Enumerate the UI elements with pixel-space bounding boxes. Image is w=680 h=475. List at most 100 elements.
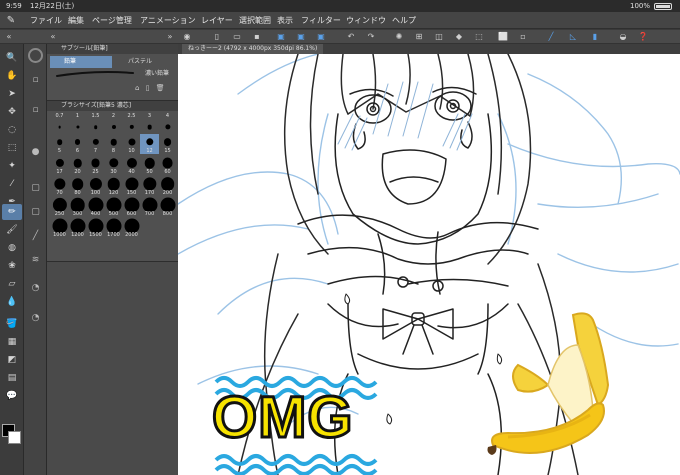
- brush-size-500[interactable]: 500: [104, 197, 123, 217]
- brush-size-50[interactable]: 50: [140, 155, 159, 175]
- menu-edit[interactable]: 編集: [68, 12, 84, 29]
- gradient-icon[interactable]: ▦: [2, 334, 22, 350]
- ruler-icon[interactable]: ╱: [546, 32, 556, 42]
- strip-slot-8[interactable]: ◔: [27, 280, 44, 297]
- fill-tool-icon[interactable]: 🪣: [2, 316, 22, 332]
- brush-tool-icon[interactable]: 🖌: [2, 222, 22, 238]
- zoom-tool-icon[interactable]: 🔍: [2, 50, 22, 66]
- new-file-icon[interactable]: ▯: [212, 32, 222, 42]
- menu-layer[interactable]: レイヤー: [201, 12, 233, 29]
- brush-size-0.7[interactable]: 0.7: [50, 113, 69, 133]
- brush-size-25[interactable]: 25: [86, 155, 105, 175]
- crop-icon[interactable]: ⬚: [474, 32, 484, 42]
- brush-size-17[interactable]: 17: [50, 155, 69, 175]
- move-tool-icon[interactable]: ✋: [2, 68, 22, 84]
- menu-page[interactable]: ページ管理: [92, 12, 132, 29]
- lasso-tool-icon[interactable]: ◌: [2, 122, 22, 138]
- brush-size-20[interactable]: 20: [68, 155, 87, 175]
- blend-icon[interactable]: 💧: [2, 294, 22, 310]
- strip-slot-1[interactable]: ▫: [27, 72, 44, 89]
- strip-slot-6[interactable]: ╱: [27, 228, 44, 245]
- selection-tool-icon[interactable]: ⬚: [2, 140, 22, 156]
- loading-icon[interactable]: ✺: [394, 32, 404, 42]
- brush-size-15[interactable]: 15: [158, 134, 177, 154]
- transform-icon[interactable]: ⊞: [414, 32, 424, 42]
- perspective-icon[interactable]: ◺: [568, 32, 578, 42]
- strip-slot-2[interactable]: ▫: [27, 102, 44, 119]
- menu-window[interactable]: ウィンドウ: [346, 12, 386, 29]
- brush-size-170[interactable]: 170: [140, 176, 159, 196]
- magic-wand-icon[interactable]: ✦: [2, 158, 22, 174]
- brush-size-120[interactable]: 120: [104, 176, 123, 196]
- app-logo-icon[interactable]: ✎: [4, 14, 18, 27]
- subtool-actions[interactable]: ⌂ ▯ 🗑: [135, 84, 175, 94]
- strip-slot-7[interactable]: ≋: [27, 252, 44, 269]
- snap-icon[interactable]: ▮: [590, 32, 600, 42]
- brush-size-700[interactable]: 700: [140, 197, 159, 217]
- save-icon[interactable]: ▪: [252, 32, 262, 42]
- fill-icon[interactable]: ◆: [454, 32, 464, 42]
- tab-pencil[interactable]: 鉛筆: [50, 56, 112, 68]
- brush-size-7[interactable]: 7: [86, 134, 105, 154]
- decoration-icon[interactable]: ❀: [2, 258, 22, 274]
- open-file-icon[interactable]: ▭: [232, 32, 242, 42]
- brush-size-6[interactable]: 6: [68, 134, 87, 154]
- brush-size-150[interactable]: 150: [122, 176, 141, 196]
- brush-size-3[interactable]: 3: [140, 113, 159, 133]
- strip-slot-3[interactable]: ●: [27, 144, 44, 161]
- tab-pastel[interactable]: パステル: [114, 56, 175, 68]
- brush-size-1.5[interactable]: 1.5: [86, 113, 105, 133]
- brush-size-60[interactable]: 60: [158, 155, 177, 175]
- menu-file[interactable]: ファイル: [30, 12, 62, 29]
- frame-icon[interactable]: ▤: [2, 370, 22, 386]
- move-layer-tool-icon[interactable]: ✥: [2, 104, 22, 120]
- undo-icon[interactable]: ↶: [346, 32, 356, 42]
- deselect-icon[interactable]: ▫: [518, 32, 528, 42]
- brush-size-1000[interactable]: 1000: [50, 218, 69, 238]
- menu-help[interactable]: ヘルプ: [392, 12, 416, 29]
- brush-size-300[interactable]: 300: [68, 197, 87, 217]
- pencil-tool-icon[interactable]: ✏: [2, 204, 22, 220]
- brush-size-10[interactable]: 10: [122, 134, 141, 154]
- airbrush-icon[interactable]: ◍: [2, 240, 22, 256]
- export-jpg-icon[interactable]: ▣: [296, 32, 306, 42]
- brush-size-30[interactable]: 30: [104, 155, 123, 175]
- brush-size-2000[interactable]: 2000: [122, 218, 141, 238]
- operation-tool-icon[interactable]: ➤: [2, 86, 22, 102]
- balloon-icon[interactable]: 💬: [2, 388, 22, 404]
- brush-size-1500[interactable]: 1500: [86, 218, 105, 238]
- eyedropper-icon[interactable]: ⁄: [2, 176, 22, 192]
- export-png-icon[interactable]: ▣: [316, 32, 326, 42]
- brush-size-600[interactable]: 600: [122, 197, 141, 217]
- clip-studio-icon[interactable]: ◉: [182, 32, 192, 42]
- expand-icon[interactable]: »: [165, 32, 175, 42]
- brush-name-label[interactable]: 濃い鉛筆: [145, 70, 169, 78]
- sub-color-swatch[interactable]: [8, 431, 21, 444]
- select-all-icon[interactable]: ⬜: [498, 32, 508, 42]
- brush-size-5[interactable]: 5: [50, 134, 69, 154]
- brush-size-12[interactable]: 12: [140, 134, 159, 154]
- figure-icon[interactable]: ◩: [2, 352, 22, 368]
- learn-icon[interactable]: ◒: [618, 32, 628, 42]
- brush-size-1700[interactable]: 1700: [104, 218, 123, 238]
- palette-toggle-icon[interactable]: [28, 48, 43, 63]
- brush-size-4[interactable]: 4: [158, 113, 177, 133]
- brush-size-800[interactable]: 800: [158, 197, 177, 217]
- brush-size-100[interactable]: 100: [86, 176, 105, 196]
- brush-size-400[interactable]: 400: [86, 197, 105, 217]
- menu-animation[interactable]: アニメーション: [140, 12, 196, 29]
- color-chips[interactable]: [2, 424, 22, 454]
- brush-size-80[interactable]: 80: [68, 176, 87, 196]
- strip-slot-9[interactable]: ◔: [27, 310, 44, 327]
- brush-size-200[interactable]: 200: [158, 176, 177, 196]
- brush-size-2.5[interactable]: 2.5: [122, 113, 141, 133]
- canvas-tab[interactable]: ねっきーー2 (4792 x 4000px 350dpi 86.1%): [182, 44, 324, 54]
- brush-size-1[interactable]: 1: [68, 113, 87, 133]
- brush-size-1200[interactable]: 1200: [68, 218, 87, 238]
- brush-stroke-preview[interactable]: [55, 70, 135, 78]
- brush-size-70[interactable]: 70: [50, 176, 69, 196]
- strip-slot-5[interactable]: ▢: [27, 204, 44, 221]
- brush-size-40[interactable]: 40: [122, 155, 141, 175]
- export-psd-icon[interactable]: ▣: [276, 32, 286, 42]
- strip-slot-4[interactable]: ▢: [27, 180, 44, 197]
